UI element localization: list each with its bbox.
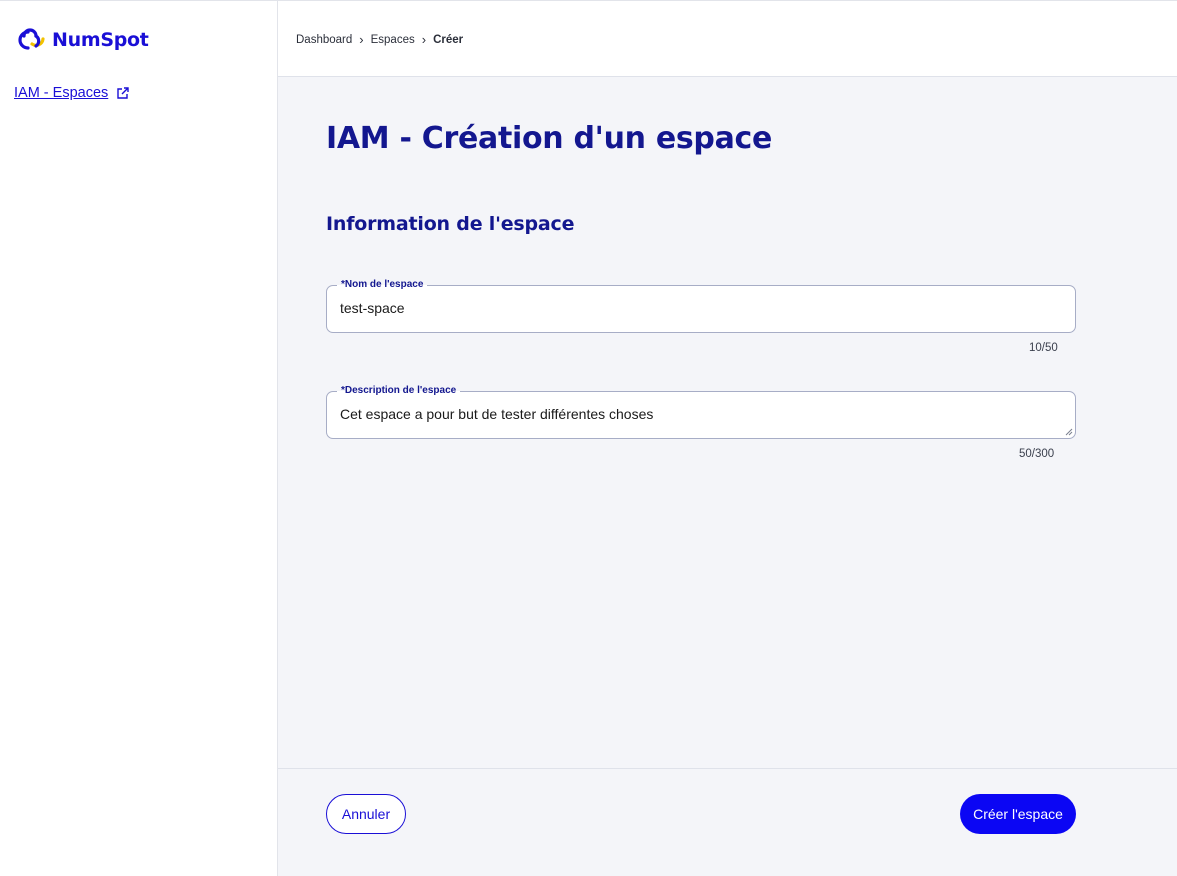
section-title: Information de l'espace bbox=[326, 213, 575, 235]
breadcrumb-item-espaces[interactable]: Espaces bbox=[371, 34, 415, 46]
external-link-icon bbox=[117, 86, 129, 99]
form-footer: Annuler Créer l'espace bbox=[278, 768, 1177, 876]
resize-handle-icon[interactable] bbox=[1064, 427, 1073, 436]
chevron-right-icon: › bbox=[359, 32, 364, 47]
breadcrumb-item-dashboard[interactable]: Dashboard bbox=[296, 34, 352, 46]
space-description-label: *Description de l'espace bbox=[337, 385, 461, 397]
top-bar: Dashboard › Espaces › Créer bbox=[278, 0, 1177, 77]
breadcrumb-current: Créer bbox=[433, 33, 464, 46]
brand-name: NumSpot bbox=[52, 29, 149, 51]
space-name-field[interactable]: *Nom de l'espace bbox=[326, 279, 1076, 333]
space-name-label: *Nom de l'espace bbox=[337, 279, 428, 291]
sidebar-link-iam-espaces[interactable]: IAM - Espaces bbox=[14, 85, 129, 101]
main-content: IAM - Création d'un espace Information d… bbox=[278, 77, 1177, 769]
cancel-button[interactable]: Annuler bbox=[326, 794, 406, 834]
space-description-counter: 50/300 bbox=[1019, 448, 1055, 460]
page-title: IAM - Création d'un espace bbox=[326, 121, 773, 156]
sidebar: NumSpot IAM - Espaces bbox=[0, 0, 278, 876]
space-name-input[interactable] bbox=[340, 300, 1062, 316]
chevron-right-icon: › bbox=[421, 32, 427, 47]
brand-logo[interactable]: NumSpot bbox=[14, 27, 149, 53]
create-space-button[interactable]: Créer l'espace bbox=[960, 794, 1076, 834]
numspot-logo-icon bbox=[18, 28, 45, 50]
space-description-field[interactable]: *Description de l'espace Cet espace a po… bbox=[326, 385, 1076, 439]
breadcrumb: Dashboard › Espaces › Créer bbox=[296, 32, 463, 47]
space-name-counter: 10/50 bbox=[1029, 342, 1058, 354]
space-description-textarea[interactable]: Cet espace a pour but de tester différen… bbox=[340, 406, 1062, 422]
sidebar-link-label: IAM - Espaces bbox=[14, 85, 109, 101]
